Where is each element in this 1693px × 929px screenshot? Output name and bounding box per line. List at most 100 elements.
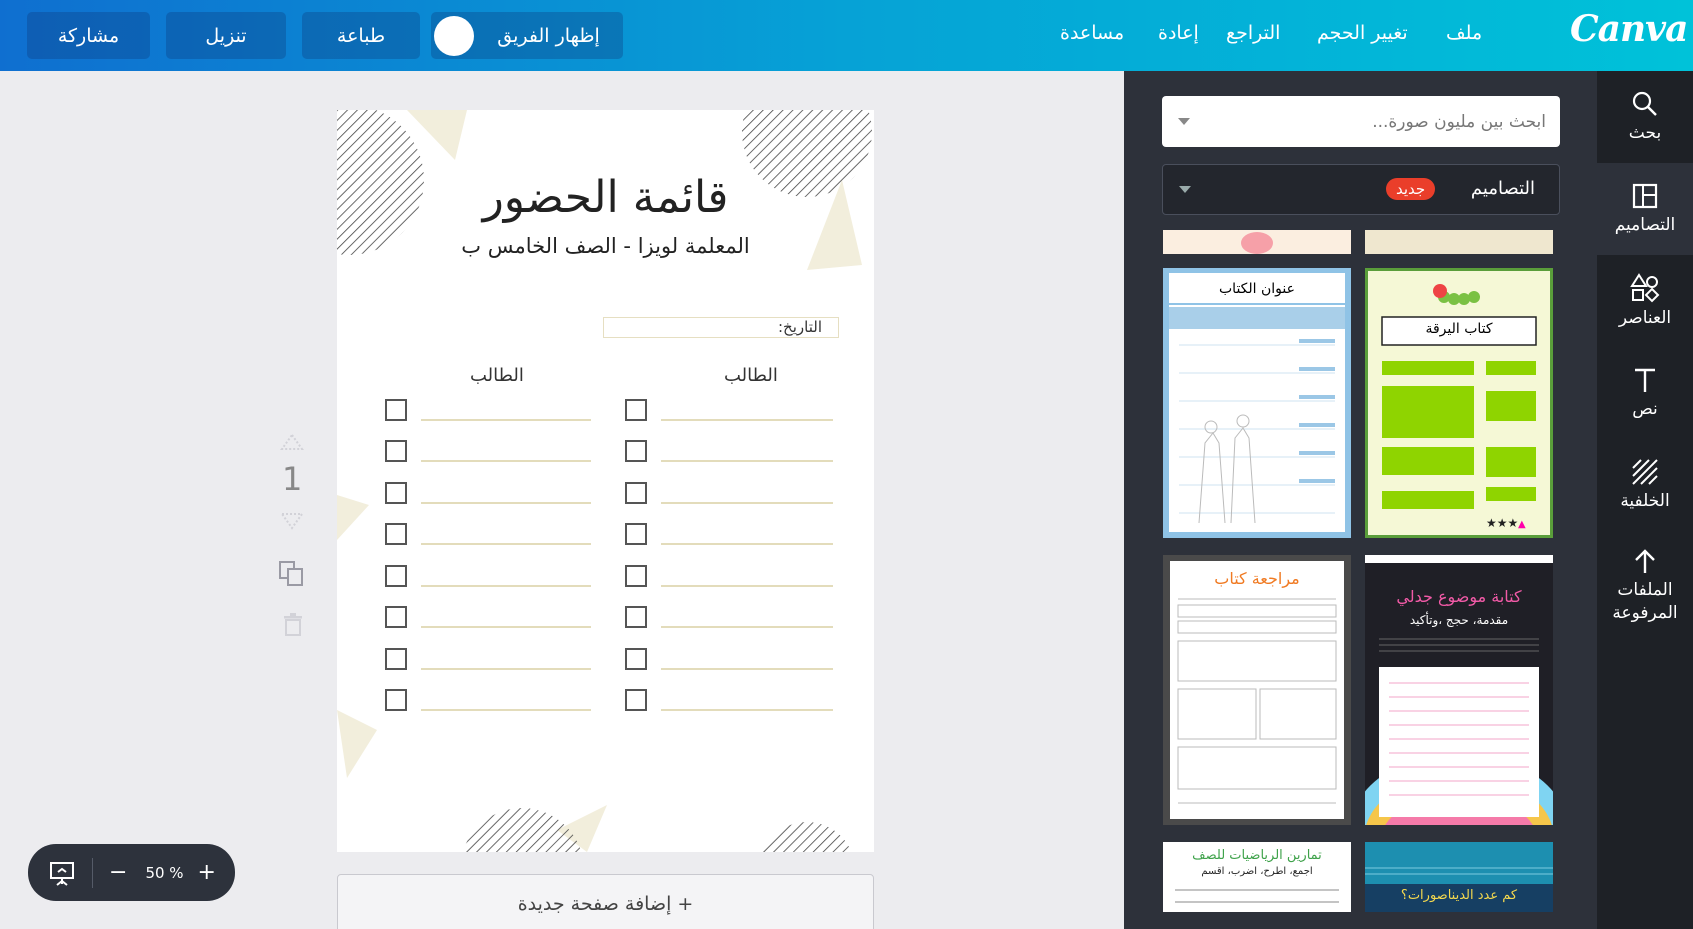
checkbox[interactable]	[625, 648, 647, 670]
checkbox[interactable]	[385, 606, 407, 628]
side-rail: بحث التصاميم العناصر نص الخلفية الملفات …	[1597, 71, 1693, 929]
share-button[interactable]: مشاركة	[27, 12, 150, 59]
checkbox[interactable]	[385, 648, 407, 670]
download-button[interactable]: تنزيل	[166, 12, 286, 59]
template-lines	[1365, 867, 1553, 875]
menu-undo[interactable]: التراجع	[1226, 22, 1280, 44]
column-heading-right[interactable]: الطالب	[724, 365, 778, 386]
rail-label-uploads: الملفات المرفوعة	[1612, 580, 1678, 623]
template-title: كم عدد الديناصورات؟	[1400, 888, 1518, 903]
search-icon	[1632, 91, 1657, 116]
show-team-toggle[interactable]: إظهار الفريق	[431, 12, 623, 59]
checkbox[interactable]	[385, 689, 407, 711]
shapes-icon	[1630, 272, 1660, 302]
present-icon[interactable]	[48, 859, 76, 887]
add-page-button[interactable]: + إضافة صفحة جديدة	[337, 874, 874, 929]
upload-arrow-icon	[1635, 549, 1655, 573]
template-title: تمارين الرياضيات للصف	[1192, 848, 1322, 863]
toggle-knob[interactable]	[434, 15, 474, 56]
checkbox[interactable]	[625, 689, 647, 711]
rail-label-elements: العناصر	[1618, 307, 1672, 328]
checkbox[interactable]	[385, 399, 407, 421]
checkbox[interactable]	[625, 523, 647, 545]
template-argument-essay[interactable]: كتابة موضوع جدلي مقدمة، حجج ،وتأكيد	[1365, 555, 1553, 825]
name-line	[661, 543, 833, 545]
name-line	[421, 585, 591, 587]
designs-dropdown-label: التصاميم	[1470, 178, 1535, 199]
page-subtitle[interactable]: المعلمة لويزا - الصف الخامس ب	[337, 234, 874, 258]
template-title: كتابة موضوع جدلي	[1396, 587, 1522, 606]
image-search-box[interactable]	[1162, 96, 1560, 147]
new-badge: جديد	[1386, 178, 1436, 200]
template-band	[1169, 307, 1345, 329]
name-line	[421, 460, 591, 462]
date-field[interactable]: التاريخ:	[603, 317, 839, 338]
template-caterpillar-book[interactable]: ★★★ ▲ كتاب اليرقة	[1365, 268, 1553, 538]
checkbox[interactable]	[385, 482, 407, 504]
template-book-title[interactable]: عنوان الكتاب	[1163, 268, 1351, 538]
zoom-control: − 50 % +	[28, 844, 235, 901]
rail-item-uploads[interactable]: الملفات المرفوعة	[1597, 531, 1693, 641]
rail-label-text: نص	[1632, 398, 1658, 419]
template-subtitle: اجمع، اطرح، اضرب، اقسم	[1201, 866, 1313, 877]
menu-resize[interactable]: تغيير الحجم	[1317, 22, 1408, 44]
checkbox[interactable]	[385, 565, 407, 587]
date-label: التاريخ:	[778, 318, 822, 336]
template-sheet: عنوان الكتاب	[1169, 273, 1345, 532]
text-icon	[1635, 368, 1655, 392]
menu-redo[interactable]: إعادة	[1158, 22, 1199, 44]
rail-item-designs[interactable]: التصاميم	[1597, 163, 1693, 255]
print-button[interactable]: طباعة	[302, 12, 420, 59]
duplicate-page-icon[interactable]	[278, 560, 306, 588]
template-title: مراجعة كتاب	[1214, 569, 1300, 588]
design-page[interactable]: قائمة الحضور المعلمة لويزا - الصف الخامس…	[337, 110, 874, 852]
image-search-input[interactable]	[1202, 96, 1546, 147]
template-graphics: ★★★ ▲	[1381, 284, 1537, 530]
name-line	[661, 626, 833, 628]
rail-item-elements[interactable]: العناصر	[1597, 255, 1693, 347]
template-lines	[1175, 889, 1339, 903]
template-sheet: مراجعة كتاب	[1170, 561, 1344, 819]
template-thumbnail[interactable]	[1163, 230, 1351, 254]
checkbox[interactable]	[625, 482, 647, 504]
layout-icon	[1632, 183, 1658, 208]
rail-item-text[interactable]: نص	[1597, 347, 1693, 439]
checkbox[interactable]	[385, 523, 407, 545]
template-band	[1365, 555, 1553, 563]
template-subtitle: مقدمة، حجج ،وتأكيد	[1409, 613, 1509, 627]
rail-item-search[interactable]: بحث	[1597, 71, 1693, 163]
zoom-out-button[interactable]: −	[109, 860, 127, 885]
designs-dropdown[interactable]: جديد التصاميم	[1162, 164, 1560, 215]
zoom-in-button[interactable]: +	[198, 860, 216, 885]
menu-help[interactable]: مساعدة	[1060, 22, 1124, 44]
checkbox[interactable]	[625, 606, 647, 628]
template-book-review[interactable]: مراجعة كتاب	[1163, 555, 1351, 825]
rail-label-designs: التصاميم	[1614, 214, 1676, 235]
page-title[interactable]: قائمة الحضور	[337, 172, 874, 223]
name-line	[421, 543, 591, 545]
checkbox[interactable]	[625, 440, 647, 462]
name-line	[661, 709, 833, 711]
name-line	[421, 419, 591, 421]
template-dinosaurs[interactable]: كم عدد الديناصورات؟	[1365, 842, 1553, 912]
page-number: 1	[282, 460, 303, 498]
checkbox[interactable]	[625, 565, 647, 587]
canva-logo[interactable]: Canva	[1570, 8, 1688, 50]
column-heading-left[interactable]: الطالب	[470, 365, 524, 386]
chevron-down-icon	[1179, 186, 1191, 193]
name-line	[661, 668, 833, 670]
template-thumbnail[interactable]	[1365, 230, 1553, 254]
rail-label-search: بحث	[1628, 122, 1662, 143]
search-dropdown-icon[interactable]	[1178, 118, 1190, 125]
checkbox[interactable]	[385, 440, 407, 462]
menu-file[interactable]: ملف	[1446, 22, 1482, 44]
name-line	[661, 502, 833, 504]
background-pattern-icon	[1632, 458, 1658, 485]
move-page-up-icon[interactable]	[280, 433, 304, 451]
name-line	[661, 419, 833, 421]
move-page-down-icon[interactable]	[280, 512, 304, 530]
rail-item-background[interactable]: الخلفية	[1597, 439, 1693, 531]
checkbox[interactable]	[625, 399, 647, 421]
template-math-exercises[interactable]: تمارين الرياضيات للصف اجمع، اطرح، اضرب، …	[1163, 842, 1351, 912]
delete-page-icon[interactable]	[282, 612, 304, 636]
